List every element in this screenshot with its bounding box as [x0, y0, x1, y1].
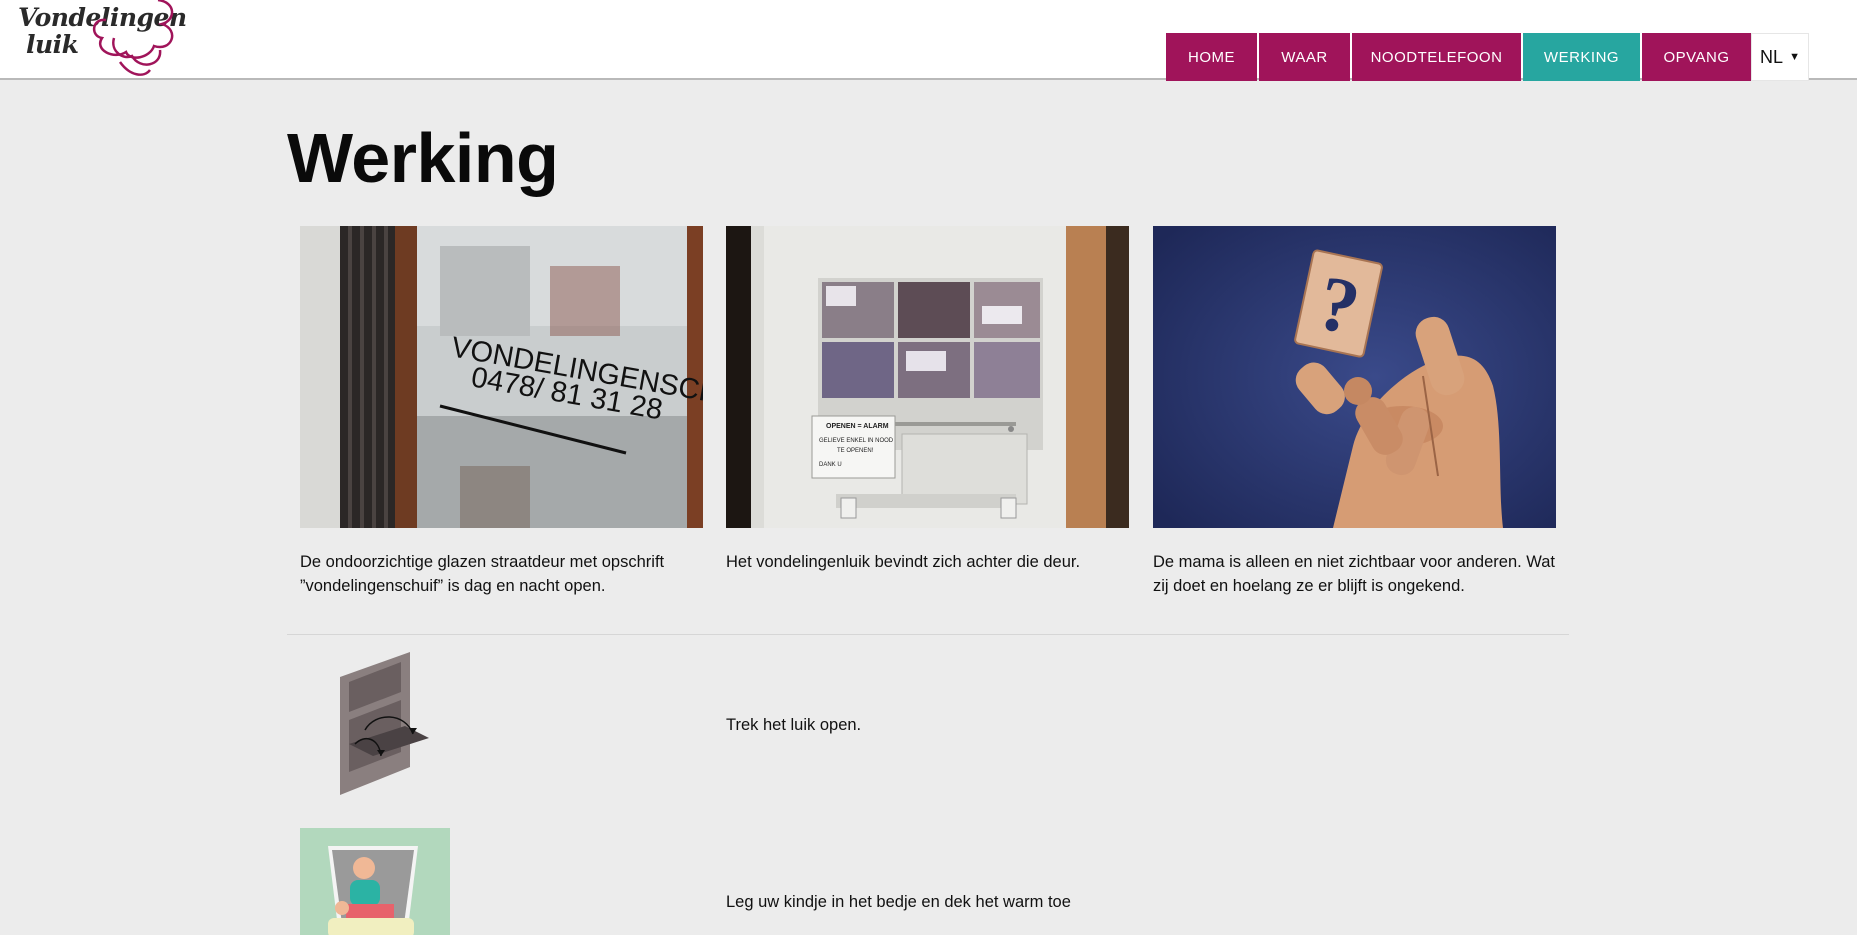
site-header: Vondelingen luik HOME WAAR NOODTELEFOON …	[0, 0, 1857, 81]
chevron-down-icon: ▼	[1789, 51, 1800, 63]
language-select[interactable]: NL ▼	[1751, 33, 1809, 81]
nav-waar[interactable]: WAAR	[1259, 33, 1350, 81]
nav-noodtelefoon[interactable]: NOODTELEFOON	[1352, 33, 1521, 81]
nav-werking[interactable]: WERKING	[1523, 33, 1640, 81]
baby-in-bed-icon	[300, 828, 450, 935]
page-title: Werking	[287, 119, 559, 197]
wooden-hand-question-photo: ?	[1153, 226, 1556, 528]
puzzle-hearts-icon	[93, 0, 174, 76]
nav-opvang[interactable]: OPVANG	[1642, 33, 1751, 81]
baby-hatch-door-photo: OPENEN = ALARM GELIEVE ENKEL IN NOOD TE …	[726, 226, 1129, 528]
open-hatch-icon	[335, 652, 435, 798]
language-value: NL	[1760, 46, 1784, 67]
sign-line-1: GELIEVE ENKEL IN NOOD	[819, 438, 894, 444]
step-text: Leg uw kindje in het bedje en dek het wa…	[726, 893, 1071, 911]
sign-line-2: TE OPENEN!	[837, 448, 874, 454]
sign-line-3: DANK U	[819, 462, 842, 468]
step-text: Trek het luik open.	[726, 716, 862, 734]
card-caption: De mama is alleen en niet zichtbaar voor…	[1153, 553, 1556, 595]
main-nav: HOME WAAR NOODTELEFOON WERKING OPVANG NL…	[1166, 33, 1809, 81]
site-logo[interactable]: Vondelingen luik	[14, 0, 194, 80]
section-divider	[287, 634, 1569, 635]
nav-home[interactable]: HOME	[1166, 33, 1257, 81]
card-caption: Het vondelingenluik bevindt zich achter …	[726, 553, 1081, 571]
sign-title: OPENEN = ALARM	[826, 423, 889, 430]
glass-street-door-photo: VONDELINGENSCHUIF 0478/ 81 31 28	[300, 226, 703, 528]
card-caption: De ondoorzichtige glazen straatdeur met …	[300, 553, 665, 595]
